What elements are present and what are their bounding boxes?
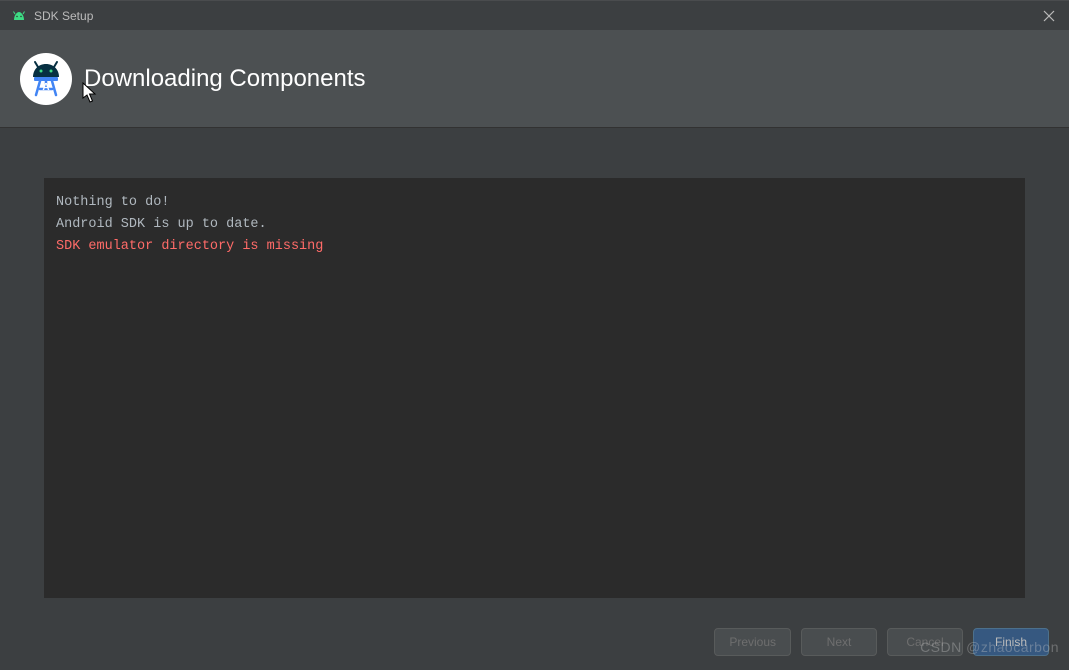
wizard-title: Downloading Components: [84, 65, 366, 93]
next-button[interactable]: Next: [801, 628, 877, 656]
console-output: Nothing to do! Android SDK is up to date…: [44, 178, 1025, 598]
wizard-header: A Downloading Components: [0, 30, 1069, 128]
cancel-button[interactable]: Cancel: [887, 628, 963, 656]
console-line: Android SDK is up to date.: [56, 214, 1013, 236]
console-line: Nothing to do!: [56, 192, 1013, 214]
android-app-icon: [12, 9, 26, 23]
console-line-error: SDK emulator directory is missing: [56, 236, 1013, 258]
window-title: SDK Setup: [34, 9, 93, 23]
previous-button[interactable]: Previous: [714, 628, 791, 656]
wizard-footer: Previous Next Cancel Finish: [0, 614, 1069, 670]
svg-text:A: A: [42, 82, 49, 93]
android-studio-logo-icon: A: [20, 53, 72, 105]
content-area: Nothing to do! Android SDK is up to date…: [0, 128, 1069, 598]
titlebar: SDK Setup: [0, 0, 1069, 30]
close-button[interactable]: [1037, 5, 1061, 27]
finish-button[interactable]: Finish: [973, 628, 1049, 656]
